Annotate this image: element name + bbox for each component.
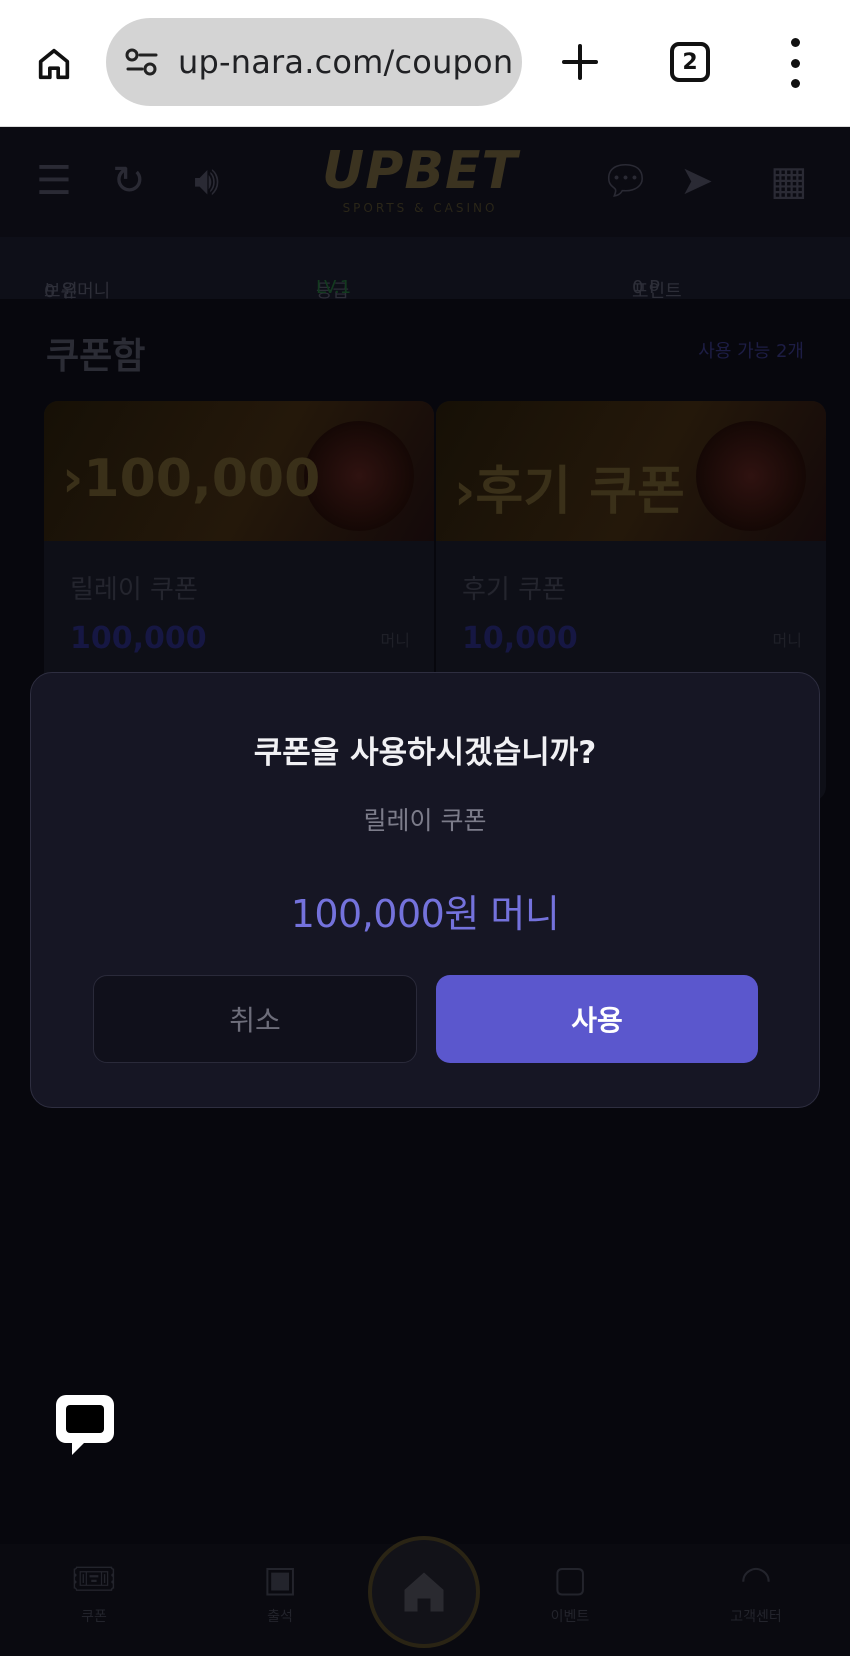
site-header: ☰ ↻ 🔊︎ UPBET SPORTS & CASINO 💬︎ ➤ ▦	[0, 127, 850, 237]
nav-label: 이벤트	[550, 1609, 590, 1625]
address-bar[interactable]: up-nara.com/coupon	[106, 18, 522, 106]
nav-item-home[interactable]	[368, 1536, 480, 1648]
dialog-coupon-amount: 100,000원 머니	[290, 892, 560, 936]
nav-label: 고객센터	[730, 1609, 782, 1625]
gift-icon: ▢	[552, 1559, 587, 1600]
banner-decoration	[304, 421, 414, 531]
tab-count: 2	[682, 49, 698, 75]
cancel-button[interactable]: 취소	[93, 975, 417, 1063]
use-coupon-button[interactable]: 사용	[436, 975, 758, 1063]
site-logo[interactable]: UPBET SPORTS & CASINO	[300, 143, 540, 215]
url-text[interactable]: up-nara.com/coupon	[178, 18, 513, 106]
coupon-name: 릴레이 쿠폰	[70, 575, 198, 605]
site-settings-icon[interactable]	[124, 46, 160, 82]
calendar-icon: ▣	[262, 1559, 297, 1600]
tab-switcher-button[interactable]: 2	[670, 42, 710, 82]
nav-item-attendance[interactable]: ▣ 출석	[230, 1558, 330, 1626]
user-info-bar: 보유머니 0 원 등급 LV.1 포인트 0 P	[0, 237, 850, 302]
nav-label: 쿠폰	[81, 1609, 107, 1625]
banner-decoration	[696, 421, 806, 531]
home-icon	[404, 1572, 444, 1612]
available-count-link[interactable]: 사용 가능 2개	[698, 337, 804, 363]
nav-item-support[interactable]: ◠ 고객센터	[706, 1558, 806, 1626]
hamburger-menu-icon[interactable]: ☰	[36, 161, 72, 201]
chat-icon[interactable]: 💬︎	[600, 161, 651, 201]
live-chat-icon[interactable]	[54, 1393, 114, 1455]
banner-text: ›100,000	[62, 449, 321, 509]
logo-text: UPBET	[322, 141, 518, 201]
coupon-confirm-dialog: 쿠폰을 사용하시겠습니까? 릴레이 쿠폰 100,000원 머니 취소 사용	[30, 672, 820, 1108]
coupon-meta: 머니	[380, 631, 410, 650]
banner-text: ›후기 쿠폰	[454, 462, 685, 522]
coupon-banner: ›100,000	[44, 401, 434, 541]
coupon-meta: 머니	[772, 631, 802, 650]
telegram-icon[interactable]: ➤	[680, 161, 714, 201]
dialog-coupon-name: 릴레이 쿠폰	[363, 806, 487, 835]
logo-tagline: SPORTS & CASINO	[342, 201, 498, 215]
browser-home-icon[interactable]	[26, 36, 82, 92]
bottom-navigation: 🎟︎ 쿠폰 ▣ 출석 ▢ 이벤트 ◠ 고객센터	[0, 1536, 850, 1656]
coupon-name: 후기 쿠폰	[462, 575, 566, 605]
menu-grid-icon[interactable]: ▦	[770, 161, 808, 201]
browser-toolbar: up-nara.com/coupon 2	[0, 0, 850, 127]
coupon-amount: 100,000	[70, 621, 207, 656]
browser-menu-icon[interactable]	[780, 38, 810, 88]
nav-item-coupon[interactable]: 🎟︎ 쿠폰	[44, 1558, 144, 1626]
money-value: 0 원	[44, 281, 78, 302]
coupon-banner: ›후기 쿠폰	[436, 401, 826, 541]
nav-item-event[interactable]: ▢ 이벤트	[520, 1558, 620, 1626]
point-value: 0 P	[632, 277, 661, 298]
dialog-title: 쿠폰을 사용하시겠습니까?	[253, 735, 597, 771]
nav-label: 출석	[267, 1609, 293, 1625]
refresh-icon[interactable]: ↻	[112, 161, 146, 201]
headset-icon: ◠	[740, 1559, 772, 1600]
coupon-amount: 10,000	[462, 621, 578, 656]
ticket-icon: 🎟︎	[71, 1559, 117, 1600]
new-tab-icon[interactable]	[552, 34, 608, 90]
sound-icon[interactable]: 🔊︎	[194, 161, 219, 201]
page-title: 쿠폰함	[46, 336, 146, 377]
level-value: LV.1	[316, 277, 352, 298]
